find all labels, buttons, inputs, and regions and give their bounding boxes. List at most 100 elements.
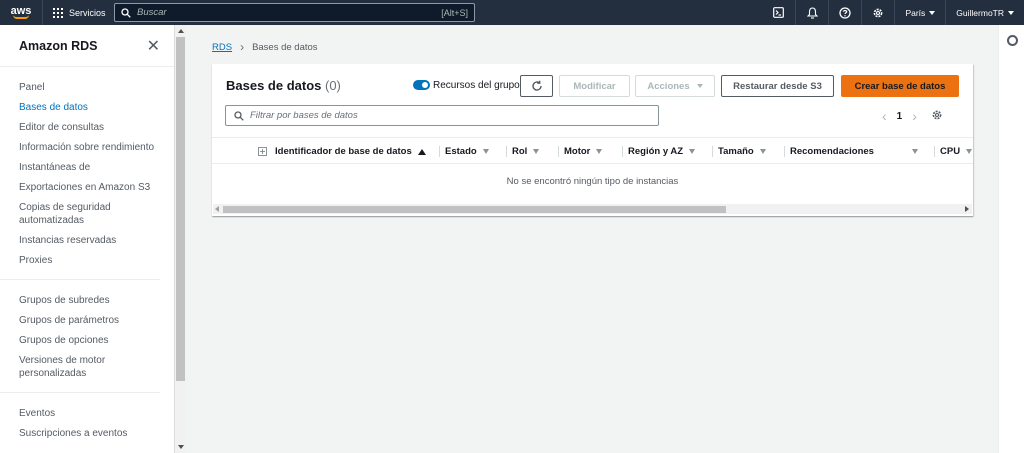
sidebar-divider — [0, 279, 160, 280]
panel-title: Bases de datos (0) — [226, 78, 341, 93]
services-menu-button[interactable]: Servicios — [42, 0, 112, 25]
empty-state-message: No se encontró ningún tipo de instancias — [506, 176, 679, 187]
sidebar-item-databases[interactable]: Bases de datos — [19, 101, 155, 114]
caret-down-icon — [929, 10, 936, 15]
scroll-up-icon[interactable] — [178, 29, 184, 33]
scrollbar-thumb[interactable] — [223, 206, 726, 213]
sidebar-item-events[interactable]: Eventos — [19, 407, 155, 420]
sidebar-item-reserved-instances[interactable]: Instancias reservadas — [19, 234, 155, 247]
column-role[interactable]: Rol — [506, 138, 540, 163]
sidebar-item-subnet-groups[interactable]: Grupos de subredes — [19, 294, 155, 307]
sort-icon — [759, 149, 766, 154]
gear-icon — [932, 110, 942, 119]
column-divider — [439, 146, 440, 157]
column-divider — [784, 146, 785, 157]
notifications-button[interactable] — [795, 0, 828, 25]
sort-icon — [912, 149, 918, 154]
info-panel-icon[interactable] — [1007, 35, 1018, 46]
table-horizontal-scrollbar[interactable] — [213, 204, 972, 214]
actions-dropdown[interactable]: Acciones — [635, 75, 715, 97]
group-resources-label: Recursos del grupo — [433, 80, 520, 91]
column-divider — [934, 146, 935, 157]
region-selector[interactable]: París — [894, 0, 945, 25]
sidebar-item-automated-backups[interactable]: Copias de seguridad automatizadas — [19, 201, 155, 227]
sidebar-item-event-subscriptions[interactable]: Suscripciones a eventos — [19, 427, 155, 440]
breadcrumb-current: Bases de datos — [252, 41, 318, 53]
sidebar-item-performance-insights[interactable]: Información sobre rendimiento — [19, 141, 155, 154]
sidebar-item-s3-exports[interactable]: Exportaciones en Amazon S3 — [19, 181, 155, 194]
sidebar-item-parameter-groups[interactable]: Grupos de parámetros — [19, 314, 155, 327]
sort-icon — [596, 149, 603, 154]
column-divider — [622, 146, 623, 157]
create-database-button[interactable]: Crear base de datos — [841, 75, 959, 97]
column-size[interactable]: Tamaño — [712, 138, 766, 163]
sidebar-nav: Panel Bases de datos Editor de consultas… — [0, 67, 174, 440]
column-region-az[interactable]: Región y AZ — [622, 138, 696, 163]
search-icon — [121, 7, 131, 18]
services-label: Servicios — [69, 7, 106, 18]
restore-from-s3-button[interactable]: Restaurar desde S3 — [721, 75, 834, 97]
chevron-right-icon[interactable]: › — [912, 108, 917, 124]
sort-ascending-icon — [417, 148, 426, 155]
breadcrumb: RDS › Bases de datos — [212, 40, 318, 54]
search-shortcut: [Alt+S] — [441, 7, 468, 18]
grid-icon — [53, 7, 63, 18]
scroll-down-icon[interactable] — [178, 445, 184, 449]
sidebar-item-custom-engine-versions[interactable]: Versiones de motor personalizadas — [19, 354, 155, 380]
bell-icon — [806, 6, 818, 19]
column-cpu[interactable]: CPU — [934, 138, 973, 163]
scroll-left-icon[interactable] — [215, 206, 219, 212]
database-count: (0) — [325, 78, 341, 93]
gear-icon — [874, 8, 883, 17]
aws-smile-icon — [13, 15, 29, 19]
sidebar-title: Amazon RDS — [19, 38, 98, 53]
table-preferences-button[interactable] — [931, 109, 943, 124]
column-recommendations[interactable]: Recomendaciones — [784, 138, 918, 163]
help-icon — [839, 6, 852, 19]
refresh-button[interactable] — [520, 75, 553, 97]
column-status[interactable]: Estado — [439, 138, 489, 163]
sidebar-item-panel[interactable]: Panel — [19, 81, 155, 94]
page-number[interactable]: 1 — [897, 111, 903, 122]
sort-icon — [482, 149, 489, 154]
databases-panel: Bases de datos (0) Recursos del grupo Mo… — [212, 64, 973, 216]
sidebar-header: Amazon RDS ✕ — [0, 25, 174, 67]
column-engine[interactable]: Motor — [558, 138, 603, 163]
chevron-right-icon: › — [240, 40, 245, 54]
caret-down-icon — [696, 84, 703, 88]
sidebar: Amazon RDS ✕ Panel Bases de datos Editor… — [0, 25, 174, 453]
expand-all-icon[interactable] — [258, 147, 267, 156]
scroll-right-icon[interactable] — [965, 206, 969, 212]
scrollbar-thumb[interactable] — [176, 37, 185, 381]
group-resources-toggle[interactable] — [413, 80, 430, 90]
table-header: Identificador de base de datos Estado Ro… — [212, 137, 973, 164]
settings-button[interactable] — [861, 0, 894, 25]
refresh-icon — [531, 80, 542, 91]
chevron-left-icon[interactable]: ‹ — [882, 108, 887, 124]
sort-icon — [966, 149, 973, 154]
modify-button[interactable]: Modificar — [559, 75, 630, 97]
sidebar-item-snapshots[interactable]: Instantáneas de — [19, 161, 155, 174]
search-placeholder: Buscar — [137, 7, 167, 18]
help-button[interactable] — [828, 0, 861, 25]
aws-logo[interactable]: aws — [0, 0, 42, 25]
search-input[interactable]: Buscar [Alt+S] — [114, 3, 475, 22]
sidebar-scrollbar[interactable] — [174, 25, 186, 453]
pagination: ‹ 1 › — [882, 108, 943, 124]
sidebar-item-proxies[interactable]: Proxies — [19, 254, 155, 267]
sort-icon — [533, 149, 540, 154]
cloudshell-button[interactable] — [762, 0, 795, 25]
column-divider — [558, 146, 559, 157]
breadcrumb-rds-link[interactable]: RDS — [212, 42, 232, 53]
close-icon[interactable]: ✕ — [147, 36, 160, 56]
column-identifier[interactable]: Identificador de base de datos — [275, 138, 426, 163]
sidebar-item-option-groups[interactable]: Grupos de opciones — [19, 334, 155, 347]
search-icon — [234, 110, 244, 121]
filter-databases-input[interactable]: Filtrar por bases de datos — [225, 105, 659, 126]
account-menu[interactable]: GuillermoTR — [945, 0, 1024, 25]
sidebar-item-query-editor[interactable]: Editor de consultas — [19, 121, 155, 134]
column-divider — [506, 146, 507, 157]
column-divider — [712, 146, 713, 157]
top-navigation: aws Servicios Buscar [Alt+S] París Guill… — [0, 0, 1024, 25]
sidebar-divider — [0, 392, 160, 393]
